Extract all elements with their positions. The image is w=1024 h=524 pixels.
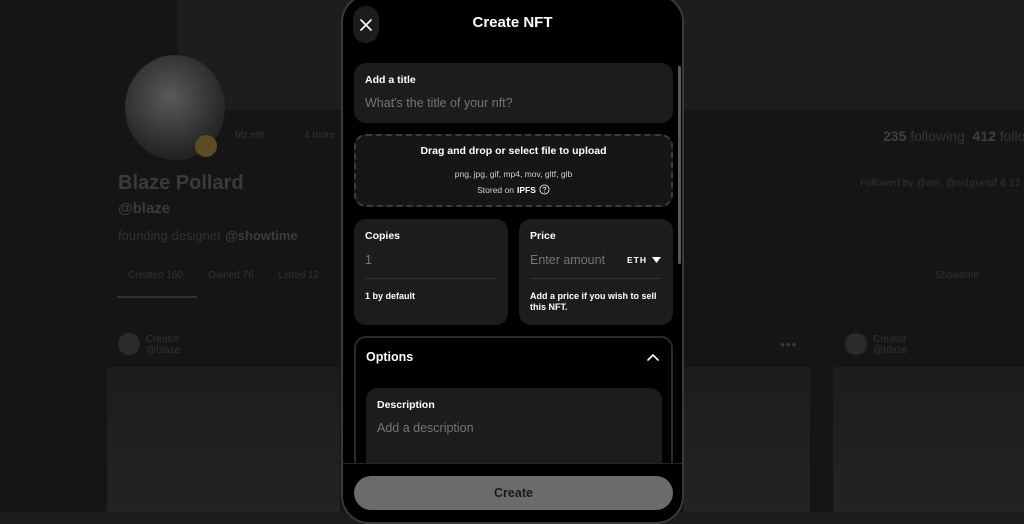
upload-storage-info: Stored on IPFS xyxy=(356,184,671,195)
currency-label: ETH xyxy=(627,255,647,265)
caret-down-icon xyxy=(652,257,661,263)
price-label: Price xyxy=(530,230,556,242)
currency-select[interactable]: ETH xyxy=(627,255,661,265)
title-field[interactable]: Add a title xyxy=(354,63,673,123)
title-label: Add a title xyxy=(365,74,416,86)
modal-scrollbar[interactable] xyxy=(678,66,681,264)
price-hint: Add a price if you wish to sell this NFT… xyxy=(530,291,657,312)
copies-field[interactable]: Copies 1 by default xyxy=(354,219,508,325)
copies-hint: 1 by default xyxy=(365,291,416,301)
upload-instruction: Drag and drop or select file to upload xyxy=(420,145,607,157)
copies-input[interactable] xyxy=(365,253,495,267)
copies-label: Copies xyxy=(365,230,401,242)
price-field[interactable]: Price ETH Add a price if you wish to sel… xyxy=(519,219,673,325)
create-button[interactable]: Create xyxy=(354,476,673,510)
copies-divider xyxy=(365,278,496,279)
price-input[interactable] xyxy=(530,253,620,267)
upload-file-types: png, jpg, gif, mp4, mov, gltf, glb xyxy=(454,169,573,179)
stored-service: IPFS xyxy=(516,184,536,195)
modal-scroll-area[interactable]: Add a title Drag and drop or select file… xyxy=(343,0,682,522)
stored-prefix: Stored on xyxy=(477,184,514,195)
options-label: Options xyxy=(366,350,414,364)
modal-footer: Create xyxy=(343,463,682,522)
description-label: Description xyxy=(377,399,435,411)
price-divider xyxy=(530,278,661,279)
file-upload-dropzone[interactable]: Drag and drop or select file to upload p… xyxy=(354,134,673,207)
options-toggle[interactable]: Options xyxy=(356,338,671,376)
title-input[interactable] xyxy=(365,96,655,110)
help-icon[interactable] xyxy=(539,184,550,195)
create-nft-modal: Create NFT Add a title Drag and drop or … xyxy=(341,0,684,524)
chevron-up-icon xyxy=(647,354,659,361)
description-input[interactable] xyxy=(377,421,647,435)
